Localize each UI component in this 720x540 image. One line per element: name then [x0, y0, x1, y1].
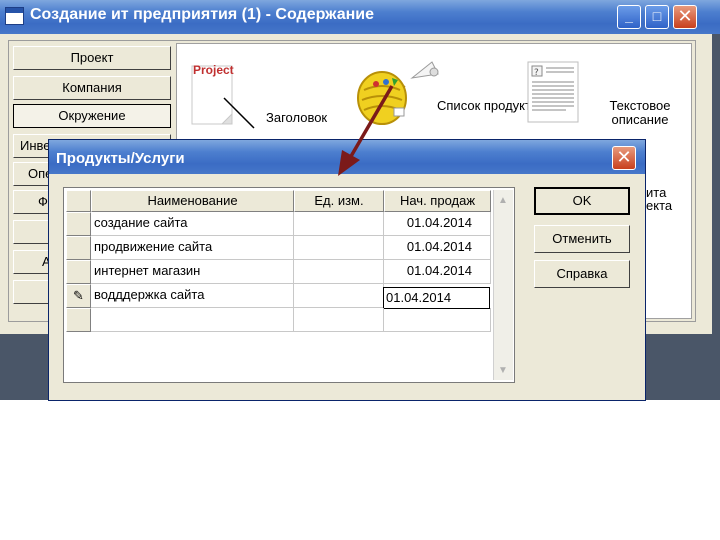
header-label[interactable]: Заголовок: [266, 111, 327, 125]
column-header-unit[interactable]: Ед. изм.: [294, 190, 384, 212]
grid-corner-header: [66, 190, 91, 212]
table-cell-start[interactable]: 01.04.2014: [384, 212, 491, 236]
sidebar-item-project[interactable]: Проект: [13, 46, 171, 70]
table-cell-start[interactable]: 01.04.2014: [384, 236, 491, 260]
edit-pencil-icon[interactable]: ✎: [66, 284, 91, 308]
scroll-down-icon[interactable]: ▼: [493, 361, 513, 381]
svg-text:?: ?: [534, 68, 539, 78]
maximize-button[interactable]: □: [645, 5, 669, 29]
minimize-button[interactable]: _: [617, 5, 641, 29]
annotation-arrow-icon: [330, 80, 410, 183]
sidebar-item-company[interactable]: Компания: [13, 76, 171, 100]
table-cell-unit[interactable]: [294, 236, 384, 260]
sidebar-item-environment[interactable]: Окружение: [13, 104, 171, 128]
ok-button[interactable]: OK: [534, 187, 630, 215]
table-cell-name[interactable]: создание сайта: [91, 212, 294, 236]
project-icon-text: Project: [193, 63, 234, 77]
window-title: Создание ит предприятия (1) - Содержание: [30, 6, 374, 23]
new-row-cell[interactable]: [384, 308, 491, 332]
window-app-icon: [5, 7, 24, 25]
table-cell-name[interactable]: продвижение сайта: [91, 236, 294, 260]
row-selector-new[interactable]: [66, 308, 91, 332]
close-main-button[interactable]: ✕: [673, 5, 697, 29]
column-header-start[interactable]: Нач. продаж: [384, 190, 491, 212]
new-row-cell[interactable]: [91, 308, 294, 332]
table-cell-unit[interactable]: [294, 212, 384, 236]
help-button[interactable]: Справка: [534, 260, 630, 288]
table-cell-unit[interactable]: [294, 260, 384, 284]
table-cell-start-editing[interactable]: 01.04.2014: [383, 287, 490, 309]
row-selector[interactable]: [66, 212, 91, 236]
scroll-up-icon[interactable]: ▲: [493, 191, 513, 211]
column-header-name[interactable]: Наименование: [91, 190, 294, 212]
row-selector[interactable]: [66, 236, 91, 260]
text-description-icon[interactable]: ?: [526, 60, 582, 129]
table-cell-start[interactable]: 01.04.2014: [384, 260, 491, 284]
partial-canvas-label-2: екта: [646, 198, 673, 213]
grid-vertical-scrollbar[interactable]: [493, 190, 513, 380]
table-cell-unit[interactable]: [294, 284, 384, 308]
table-cell-name[interactable]: водддержка сайта: [91, 284, 294, 308]
table-cell-name[interactable]: интернет магазин: [91, 260, 294, 284]
dialog-close-button[interactable]: ✕: [612, 146, 636, 170]
text-description-label[interactable]: Текстовое описание: [598, 99, 682, 127]
row-selector[interactable]: [66, 260, 91, 284]
new-row-cell[interactable]: [294, 308, 384, 332]
dialog-title: Продукты/Услуги: [56, 150, 185, 167]
cancel-button[interactable]: Отменить: [534, 225, 630, 253]
